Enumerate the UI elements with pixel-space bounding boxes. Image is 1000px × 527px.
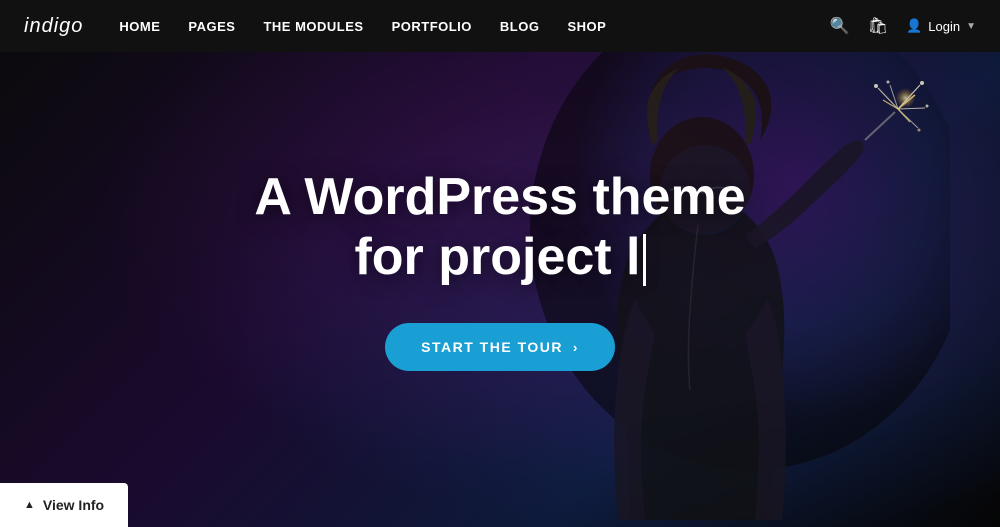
login-button[interactable]: 👤 Login ▼ [906, 18, 976, 34]
main-nav: HOME PAGES THE MODULES PORTFOLIO BLOG SH… [119, 19, 829, 34]
hero-title: A WordPress theme for project l [254, 168, 745, 288]
chevron-up-icon: ▲ [24, 499, 35, 511]
navbar: indigo HOME PAGES THE MODULES PORTFOLIO … [0, 0, 1000, 52]
navbar-actions: 🔍 🛍 👤 Login ▼ [830, 16, 976, 36]
nav-item-modules[interactable]: THE MODULES [263, 19, 363, 34]
nav-item-blog[interactable]: BLOG [500, 19, 540, 34]
view-info-label: View Info [43, 497, 104, 513]
chevron-right-icon: › [573, 340, 579, 355]
cart-icon[interactable]: 🛍 [868, 16, 888, 36]
text-cursor [643, 234, 646, 286]
nav-item-portfolio[interactable]: PORTFOLIO [392, 19, 472, 34]
nav-item-home[interactable]: HOME [119, 19, 160, 34]
hero-title-line1: A WordPress theme [254, 168, 745, 226]
view-info-button[interactable]: ▲ View Info [0, 483, 128, 527]
start-tour-button[interactable]: START THE TOUR › [385, 323, 615, 371]
tour-btn-label: START THE TOUR [421, 339, 563, 355]
login-label: Login [928, 19, 960, 34]
hero-content: A WordPress theme for project l START TH… [0, 52, 1000, 527]
hero-title-line2: for project l [354, 228, 640, 286]
hero-section: A WordPress theme for project l START TH… [0, 0, 1000, 527]
user-icon: 👤 [906, 18, 922, 34]
search-icon[interactable]: 🔍 [830, 16, 850, 36]
site-logo[interactable]: indigo [24, 15, 83, 38]
nav-item-shop[interactable]: SHOP [567, 19, 606, 34]
chevron-down-icon: ▼ [966, 21, 976, 32]
nav-item-pages[interactable]: PAGES [188, 19, 235, 34]
